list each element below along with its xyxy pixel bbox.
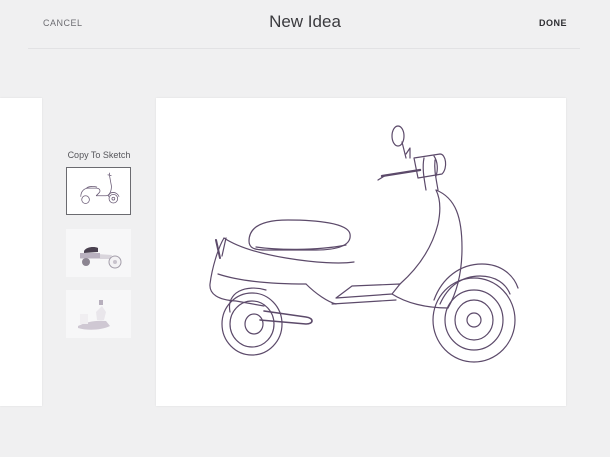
- scooter-sketch-icon: [80, 172, 120, 204]
- copy-to-sketch-label: Copy To Sketch: [67, 150, 131, 160]
- scooter-color-icon: [80, 247, 122, 269]
- thumbnail-shape-sketch[interactable]: [66, 290, 131, 338]
- sketch-canvas[interactable]: [156, 98, 566, 406]
- done-button[interactable]: DONE: [539, 18, 567, 28]
- page-title: New Idea: [269, 12, 341, 31]
- shape-sketch-icon: [78, 300, 110, 330]
- top-bar: CANCEL New Idea DONE: [0, 0, 610, 48]
- previous-page-card[interactable]: [0, 98, 42, 406]
- thumbnail-scooter-sketch[interactable]: [66, 167, 131, 215]
- thumbnail-scooter-colored[interactable]: [66, 229, 131, 277]
- header-divider: [28, 48, 580, 49]
- scooter-drawing-icon: [209, 125, 519, 363]
